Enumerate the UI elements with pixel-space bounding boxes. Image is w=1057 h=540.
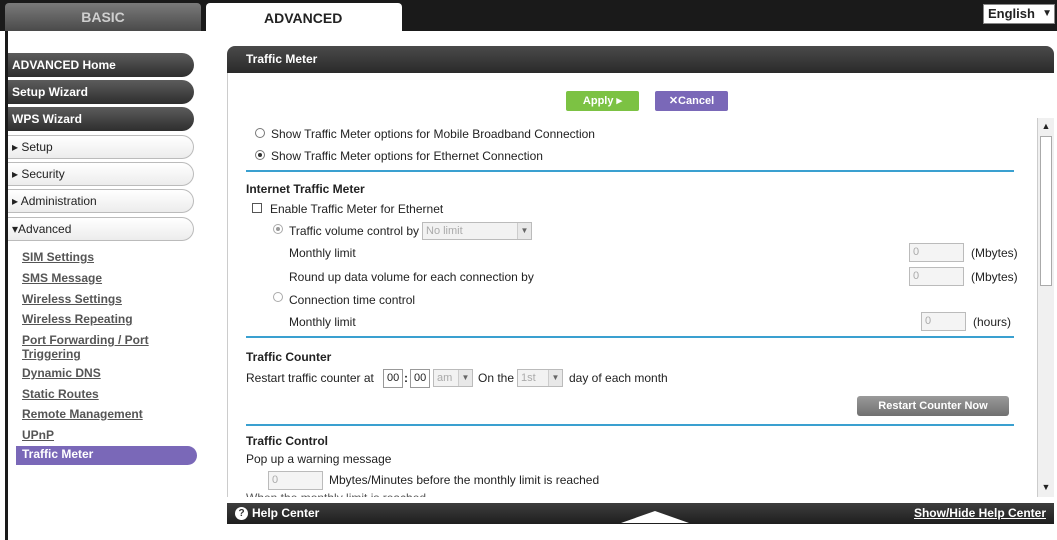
cancel-button[interactable]: ✕Cancel: [655, 91, 728, 111]
tab-advanced[interactable]: ADVANCED: [206, 3, 402, 31]
day-suffix-label: day of each month: [569, 371, 668, 385]
volume-control-select[interactable]: No limit ▼: [422, 222, 532, 240]
warning-suffix-label: Mbytes/Minutes before the monthly limit …: [329, 473, 600, 487]
sidebar-item-traffic-meter[interactable]: Traffic Meter: [16, 446, 197, 465]
restart-at-label: Restart traffic counter at: [246, 371, 374, 385]
radio-ethernet[interactable]: [255, 150, 265, 160]
expand-triangle-icon[interactable]: [621, 511, 689, 523]
chevron-down-icon: ▼: [548, 370, 562, 386]
radio-mobile-label: Show Traffic Meter options for Mobile Br…: [271, 127, 595, 141]
restart-counter-button[interactable]: Restart Counter Now: [857, 396, 1009, 416]
nav-setup[interactable]: ▸ Setup: [8, 135, 194, 159]
limit-reached-label-cut: When the monthly limit is reached: [246, 491, 426, 497]
mbytes-unit: (Mbytes): [971, 246, 1018, 260]
internet-traffic-heading: Internet Traffic Meter: [246, 182, 365, 196]
restart-minute-input[interactable]: 00: [410, 369, 430, 388]
nav-security[interactable]: ▸ Security: [8, 162, 194, 186]
radio-volume-control[interactable]: [273, 224, 283, 234]
traffic-counter-heading: Traffic Counter: [246, 350, 332, 364]
ampm-select[interactable]: am ▼: [433, 369, 473, 387]
sidebar-item-upnp[interactable]: UPnP: [22, 428, 54, 442]
ampm-value: am: [437, 372, 453, 384]
nav-setup-wizard[interactable]: Setup Wizard: [8, 80, 194, 104]
help-icon[interactable]: ?: [235, 507, 248, 520]
sidebar-item-remote-management[interactable]: Remote Management: [22, 407, 143, 421]
monthly-limit-input[interactable]: 0: [909, 243, 964, 262]
separator: [246, 170, 1014, 172]
sidebar-item-wireless-settings[interactable]: Wireless Settings: [22, 292, 122, 306]
connection-time-label: Connection time control: [289, 293, 416, 307]
sidebar-item-static-routes[interactable]: Static Routes: [22, 387, 99, 401]
language-select[interactable]: English ▼: [983, 4, 1055, 24]
nav-administration[interactable]: ▸ Administration: [8, 189, 194, 213]
scrollbar[interactable]: ▲ ▼: [1037, 118, 1054, 497]
hours-input[interactable]: 0: [921, 312, 966, 331]
apply-button[interactable]: Apply ▸: [566, 91, 639, 111]
sidebar-item-dynamic-dns[interactable]: Dynamic DNS: [22, 366, 101, 380]
panel-title: Traffic Meter: [227, 46, 1054, 73]
scroll-up-icon[interactable]: ▲: [1040, 121, 1052, 133]
on-the-label: On the: [478, 371, 515, 385]
radio-connection-time[interactable]: [273, 292, 283, 302]
hours-unit: (hours): [973, 315, 1012, 329]
sidebar-item-port-forwarding[interactable]: Port Forwarding / Port: [22, 333, 149, 347]
day-value: 1st: [521, 372, 536, 384]
time-colon: :: [404, 371, 408, 385]
scroll-thumb[interactable]: [1040, 136, 1052, 286]
monthly-limit-label: Monthly limit: [289, 246, 356, 260]
popup-label: Pop up a warning message: [246, 452, 392, 466]
help-footer: ? Help Center Show/Hide Help Center: [227, 503, 1054, 524]
nav-advanced-home[interactable]: ADVANCED Home: [8, 53, 194, 77]
sidebar-item-sim-settings[interactable]: SIM Settings: [22, 250, 94, 264]
chevron-down-icon: ▼: [1042, 8, 1052, 19]
enable-traffic-meter-checkbox[interactable]: [252, 203, 262, 213]
restart-hour-input[interactable]: 00: [383, 369, 403, 388]
enable-traffic-meter-label: Enable Traffic Meter for Ethernet: [270, 202, 444, 216]
chevron-down-icon: ▼: [458, 370, 472, 386]
mbytes-unit-2: (Mbytes): [971, 270, 1018, 284]
traffic-control-heading: Traffic Control: [246, 434, 329, 448]
sidebar-item-wireless-repeating[interactable]: Wireless Repeating: [22, 312, 133, 326]
chevron-down-icon: ▼: [517, 223, 531, 239]
monthly-limit-label-2: Monthly limit: [289, 315, 356, 329]
warning-input[interactable]: 0: [268, 471, 323, 490]
volume-control-label: Traffic volume control by: [289, 224, 420, 238]
tab-basic[interactable]: BASIC: [5, 3, 201, 31]
roundup-input[interactable]: 0: [909, 267, 964, 286]
separator: [246, 336, 1014, 338]
nav-wps-wizard[interactable]: WPS Wizard: [8, 107, 194, 131]
day-select[interactable]: 1st ▼: [517, 369, 563, 387]
sidebar-item-triggering[interactable]: Triggering: [22, 347, 81, 361]
nav-advanced[interactable]: ▾Advanced: [8, 217, 194, 241]
roundup-label: Round up data volume for each connection…: [289, 270, 534, 284]
radio-mobile-broadband[interactable]: [255, 128, 265, 138]
volume-control-value: No limit: [426, 225, 463, 237]
help-center-label[interactable]: Help Center: [252, 503, 319, 524]
radio-ethernet-label: Show Traffic Meter options for Ethernet …: [271, 149, 543, 163]
scroll-down-icon[interactable]: ▼: [1040, 482, 1052, 494]
sidebar-item-sms-message[interactable]: SMS Message: [22, 271, 102, 285]
show-hide-help-link[interactable]: Show/Hide Help Center: [914, 503, 1046, 524]
separator: [246, 424, 1014, 426]
language-value: English: [988, 6, 1035, 21]
